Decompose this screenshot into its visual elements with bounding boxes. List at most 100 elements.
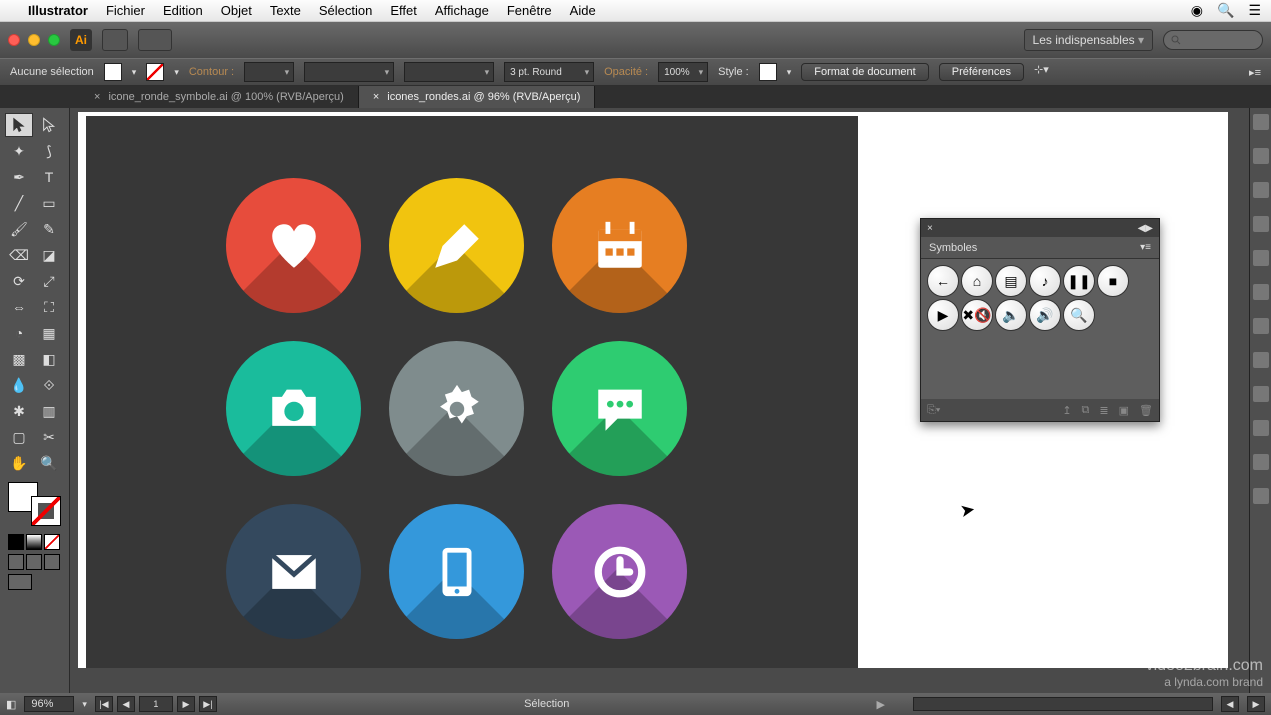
symbol-options-icon[interactable]: ≣ bbox=[1099, 404, 1108, 417]
menu-aide[interactable]: Aide bbox=[570, 3, 596, 18]
color-panel-icon[interactable] bbox=[1253, 114, 1269, 130]
menu-fenetre[interactable]: Fenêtre bbox=[507, 3, 552, 18]
symbols-panel-icon[interactable] bbox=[1253, 250, 1269, 266]
artwork-gear-icon[interactable] bbox=[389, 341, 524, 476]
var-width-profile-field[interactable] bbox=[404, 62, 494, 82]
none-mode-button[interactable] bbox=[44, 534, 60, 550]
draw-normal-button[interactable] bbox=[8, 554, 24, 570]
artboard-number-field[interactable]: 1 bbox=[139, 696, 173, 712]
draw-behind-button[interactable] bbox=[26, 554, 42, 570]
menu-texte[interactable]: Texte bbox=[270, 3, 301, 18]
direct-selection-tool[interactable] bbox=[35, 113, 63, 137]
selection-tool[interactable] bbox=[5, 113, 33, 137]
close-tab-icon[interactable]: × bbox=[373, 91, 379, 103]
symbol-item[interactable]: 🔈 bbox=[995, 299, 1027, 331]
artwork-heart-icon[interactable] bbox=[226, 178, 361, 313]
window-zoom-button[interactable] bbox=[48, 34, 60, 46]
document-tab-1[interactable]: × icone_ronde_symbole.ai @ 100% (RVB/Ape… bbox=[80, 86, 359, 108]
status-menu-icon[interactable]: ◧ bbox=[6, 698, 16, 711]
stroke-panel-icon[interactable] bbox=[1253, 284, 1269, 300]
artboard-tool[interactable]: ▢ bbox=[5, 425, 33, 449]
arrange-documents-button[interactable] bbox=[138, 29, 172, 51]
collapse-panel-icon[interactable]: ◀▶ bbox=[1138, 223, 1153, 234]
panel-header[interactable]: × ◀▶ bbox=[921, 219, 1159, 237]
rectangle-tool[interactable]: ▭ bbox=[35, 191, 63, 215]
free-transform-tool[interactable]: ⛶ bbox=[35, 295, 63, 319]
close-tab-icon[interactable]: × bbox=[94, 91, 100, 103]
horizontal-scrollbar[interactable] bbox=[913, 697, 1213, 711]
symbol-item[interactable]: ▶ bbox=[927, 299, 959, 331]
next-artboard-button[interactable]: ▶ bbox=[177, 696, 195, 712]
close-panel-icon[interactable]: × bbox=[927, 223, 933, 234]
menu-selection[interactable]: Sélection bbox=[319, 3, 372, 18]
gradient-mode-button[interactable] bbox=[26, 534, 42, 550]
graph-tool[interactable]: ▥ bbox=[35, 399, 63, 423]
scroll-left-button[interactable]: ◀ bbox=[1221, 696, 1239, 712]
width-tool[interactable]: ⇔ bbox=[5, 295, 33, 319]
preferences-button[interactable]: Préférences bbox=[939, 63, 1024, 81]
transparency-panel-icon[interactable] bbox=[1253, 352, 1269, 368]
artboards-panel-icon[interactable] bbox=[1253, 488, 1269, 504]
symbol-item[interactable]: 🔊 bbox=[1029, 299, 1061, 331]
gradient-panel-icon[interactable] bbox=[1253, 318, 1269, 334]
status-popup-icon[interactable]: ▶ bbox=[877, 698, 885, 711]
color-mode-button[interactable] bbox=[8, 534, 24, 550]
symbol-item[interactable]: ■ bbox=[1097, 265, 1129, 297]
window-minimize-button[interactable] bbox=[28, 34, 40, 46]
artwork-clock-icon[interactable] bbox=[552, 504, 687, 639]
swatches-panel-icon[interactable] bbox=[1253, 182, 1269, 198]
mesh-tool[interactable]: ▩ bbox=[5, 347, 33, 371]
line-tool[interactable]: ╱ bbox=[5, 191, 33, 215]
layers-panel-icon[interactable] bbox=[1253, 454, 1269, 470]
zoom-tool[interactable]: 🔍 bbox=[35, 451, 63, 475]
artwork-mail-icon[interactable] bbox=[226, 504, 361, 639]
perspective-tool[interactable]: ▦ bbox=[35, 321, 63, 345]
symbol-sprayer-tool[interactable]: ✱ bbox=[5, 399, 33, 423]
symbol-item[interactable]: ← bbox=[927, 265, 959, 297]
break-link-icon[interactable]: ⧉ bbox=[1082, 404, 1090, 417]
style-swatch[interactable] bbox=[759, 63, 777, 81]
artwork-tablet-icon[interactable] bbox=[389, 504, 524, 639]
spotlight-icon[interactable]: 🔍 bbox=[1217, 2, 1234, 19]
stroke-profile-field[interactable]: 3 pt. Round bbox=[504, 62, 594, 82]
graphic-styles-panel-icon[interactable] bbox=[1253, 420, 1269, 436]
artwork-calendar-icon[interactable] bbox=[552, 178, 687, 313]
menu-objet[interactable]: Objet bbox=[221, 3, 252, 18]
search-field[interactable] bbox=[1163, 30, 1263, 50]
stroke-swatch[interactable] bbox=[146, 63, 164, 81]
fill-stroke-control[interactable] bbox=[8, 482, 61, 526]
scroll-right-button[interactable]: ▶ bbox=[1247, 696, 1265, 712]
appearance-panel-icon[interactable] bbox=[1253, 386, 1269, 402]
first-artboard-button[interactable]: |◀ bbox=[95, 696, 113, 712]
symbol-item[interactable]: ❚❚ bbox=[1063, 265, 1095, 297]
blob-brush-tool[interactable]: ⌫ bbox=[5, 243, 33, 267]
pencil-tool[interactable]: ✎ bbox=[35, 217, 63, 241]
blend-tool[interactable]: ⟐ bbox=[35, 373, 63, 397]
artwork-chat-icon[interactable] bbox=[552, 341, 687, 476]
gradient-tool[interactable]: ◧ bbox=[35, 347, 63, 371]
control-menu-icon[interactable]: ▸≡ bbox=[1249, 66, 1261, 79]
fill-swatch[interactable] bbox=[104, 63, 122, 81]
place-symbol-icon[interactable]: ↥ bbox=[1062, 404, 1071, 417]
color-guide-panel-icon[interactable] bbox=[1253, 148, 1269, 164]
symbol-item[interactable]: 🔍 bbox=[1063, 299, 1095, 331]
new-symbol-icon[interactable]: ▣ bbox=[1119, 404, 1129, 417]
menu-extras-icon[interactable]: ☰ bbox=[1248, 2, 1261, 19]
app-menu[interactable]: Illustrator bbox=[28, 3, 88, 18]
screen-mode-button[interactable] bbox=[8, 574, 32, 590]
symbol-item[interactable]: ♪ bbox=[1029, 265, 1061, 297]
delete-symbol-icon[interactable]: 🗑 bbox=[1139, 404, 1153, 417]
draw-inside-button[interactable] bbox=[44, 554, 60, 570]
document-tab-2[interactable]: × icones_rondes.ai @ 96% (RVB/Aperçu) bbox=[359, 86, 596, 108]
window-close-button[interactable] bbox=[8, 34, 20, 46]
eyedropper-tool[interactable]: 💧 bbox=[5, 373, 33, 397]
symbol-item[interactable]: ⌂ bbox=[961, 265, 993, 297]
rotate-tool[interactable]: ⟳ bbox=[5, 269, 33, 293]
menu-edition[interactable]: Edition bbox=[163, 3, 203, 18]
menu-affichage[interactable]: Affichage bbox=[435, 3, 489, 18]
brushes-panel-icon[interactable] bbox=[1253, 216, 1269, 232]
document-setup-button[interactable]: Format de document bbox=[801, 63, 929, 81]
scale-tool[interactable]: ⤢ bbox=[35, 269, 63, 293]
symbol-libraries-menu-icon[interactable]: ⎘▾ bbox=[927, 404, 940, 417]
pen-tool[interactable]: ✒ bbox=[5, 165, 33, 189]
